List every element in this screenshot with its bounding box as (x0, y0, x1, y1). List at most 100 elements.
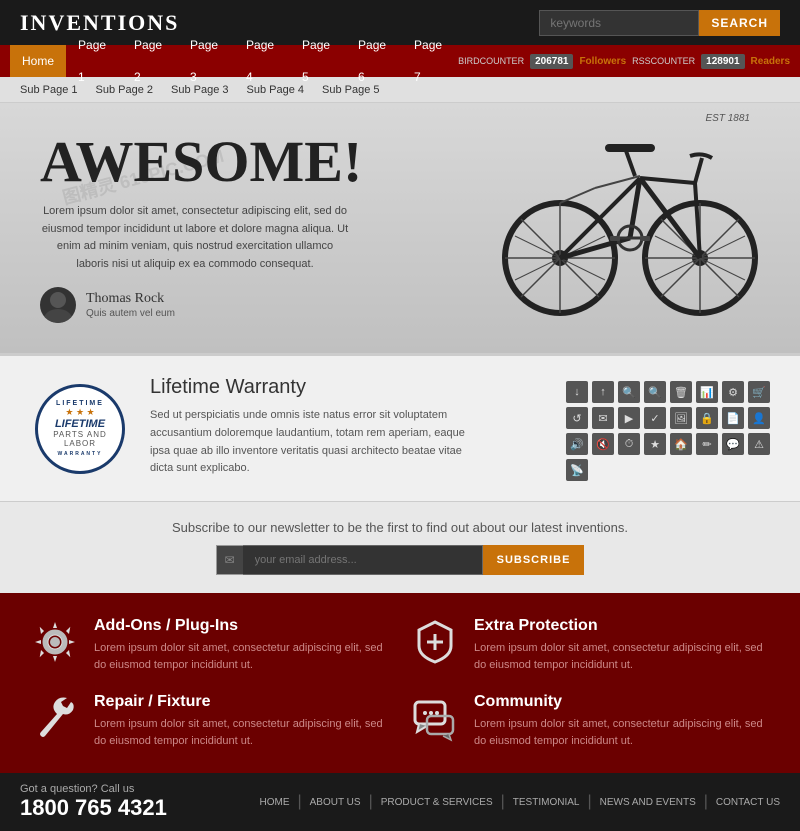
rsscounter-val: 128901 (701, 54, 744, 69)
feature-community: Community Lorem ipsum dolor sit amet, co… (410, 693, 770, 749)
gear-icon (30, 617, 80, 667)
community-body: Lorem ipsum dolor sit amet, consectetur … (474, 716, 770, 749)
icon-pencil: ✏ (696, 433, 718, 455)
footer-link-testimonial[interactable]: TESTIMONIAL (513, 797, 580, 808)
newsletter-text: Subscribe to our newsletter to be the fi… (20, 520, 780, 535)
icon-mail: ✉ (592, 407, 614, 429)
footer-link-contact[interactable]: CONTACT US (716, 797, 780, 808)
addons-body: Lorem ipsum dolor sit amet, consectetur … (94, 640, 390, 673)
rsscounter-label: RSSCOUNTER (632, 56, 695, 66)
icon-star: ★ (644, 433, 666, 455)
sub-nav-4[interactable]: Sub Page 4 (247, 84, 305, 96)
birdcounter-val: 206781 (530, 54, 573, 69)
sub-nav-3[interactable]: Sub Page 3 (171, 84, 229, 96)
main-nav: Home Page 1 Page 2 Page 3 Page 4 Page 5 … (0, 45, 800, 77)
avatar-icon (40, 287, 76, 323)
birdcounter-label: BIRDCOUNTER (458, 56, 524, 66)
sub-nav-5[interactable]: Sub Page 5 (322, 84, 380, 96)
community-content: Community Lorem ipsum dolor sit amet, co… (474, 693, 770, 749)
protection-content: Extra Protection Lorem ipsum dolor sit a… (474, 617, 770, 673)
sub-nav-2[interactable]: Sub Page 2 (96, 84, 154, 96)
warranty-top-text: LIFETIME (38, 400, 122, 407)
addons-content: Add-Ons / Plug-Ins Lorem ipsum dolor sit… (94, 617, 390, 673)
footer-divider: | (297, 793, 301, 811)
footer-link-products[interactable]: PRODUCT & SERVICES (381, 797, 493, 808)
warranty-circle: LIFETIME ★ ★ ★ LIFETIME PARTS AND LABOR … (35, 384, 125, 474)
email-icon: ✉ (216, 545, 243, 575)
footer-contact: Got a question? Call us 1800 765 4321 (20, 783, 167, 821)
warranty-main-text: LIFETIME (38, 418, 122, 430)
features-section: LIFETIME ★ ★ ★ LIFETIME PARTS AND LABOR … (0, 353, 800, 501)
warranty-bottom-text: WARRANTY (38, 451, 122, 457)
feature-addons: Add-Ons / Plug-Ins Lorem ipsum dolor sit… (30, 617, 390, 673)
features-text: Lifetime Warranty Sed ut perspiciatis un… (150, 376, 546, 481)
search-button[interactable]: SEARCH (699, 10, 780, 36)
nav-page7[interactable]: Page 7 (402, 29, 458, 93)
subscribe-button[interactable]: SUBSCRIBE (483, 545, 585, 575)
warranty-stars: ★ ★ ★ (38, 407, 122, 418)
search-input[interactable] (539, 10, 699, 36)
footer-divider: | (704, 793, 708, 811)
icon-time: ⏱ (618, 433, 640, 455)
feature-protection: Extra Protection Lorem ipsum dolor sit a… (410, 617, 770, 673)
warranty-inner: LIFETIME ★ ★ ★ LIFETIME PARTS AND LABOR … (38, 400, 122, 457)
phone-number: 1800 765 4321 (20, 795, 167, 821)
icon-lock: 🔒 (696, 407, 718, 429)
footer-link-news[interactable]: NEWS AND EVENTS (600, 797, 696, 808)
wrench-icon (30, 693, 80, 743)
icon-trash: 🗑 (670, 381, 692, 403)
repair-content: Repair / Fixture Lorem ipsum dolor sit a… (94, 693, 390, 749)
author-info: Thomas Rock Quis autem vel eum (86, 292, 175, 319)
icon-file: 📄 (722, 407, 744, 429)
repair-body: Lorem ipsum dolor sit amet, consectetur … (94, 716, 390, 749)
footer-divider: | (587, 793, 591, 811)
nav-home[interactable]: Home (10, 45, 66, 77)
search-form: SEARCH (539, 10, 780, 36)
footer-link-home[interactable]: HOME (259, 797, 289, 808)
newsletter-section: Subscribe to our newsletter to be the fi… (0, 501, 800, 593)
newsletter-form: ✉ SUBSCRIBE (20, 545, 780, 575)
warranty-badge: LIFETIME ★ ★ ★ LIFETIME PARTS AND LABOR … (30, 376, 130, 481)
icon-user: 👤 (748, 407, 770, 429)
sub-nav-1[interactable]: Sub Page 1 (20, 84, 78, 96)
followers-label: Followers (579, 56, 626, 67)
icon-check: ✓ (644, 407, 666, 429)
author-name: Thomas Rock (86, 292, 175, 306)
icon-volume: 🔊 (566, 433, 588, 455)
icon-refresh: ↺ (566, 407, 588, 429)
nav-counters: BIRDCOUNTER 206781 Followers RSSCOUNTER … (458, 54, 790, 69)
chat-icon (410, 693, 460, 743)
protection-body: Lorem ipsum dolor sit amet, consectetur … (474, 640, 770, 673)
icon-zoom-out: 🔍 (644, 381, 666, 403)
avatar (40, 287, 76, 323)
icon-play: ▶ (618, 407, 640, 429)
repair-title: Repair / Fixture (94, 693, 390, 711)
icon-chat: 💬 (722, 433, 744, 455)
icon-zoom-in: 🔍 (618, 381, 640, 403)
icon-home: 🏠 (670, 433, 692, 455)
icon-cart: 🛒 (748, 381, 770, 403)
icons-grid: ↓ ↑ 🔍 🔍 🗑 📊 ⚙ 🛒 ↺ ✉ ▶ ✓ 🖼 🔒 📄 👤 🔊 🔇 ⏱ ★ … (566, 376, 770, 481)
icon-mute: 🔇 (592, 433, 614, 455)
shield-icon (410, 617, 460, 667)
author-subtitle: Quis autem vel eum (86, 308, 175, 319)
hero-author: Thomas Rock Quis autem vel eum (40, 287, 760, 323)
footer-features: Add-Ons / Plug-Ins Lorem ipsum dolor sit… (0, 593, 800, 773)
hero-text: AWESOME! Lorem ipsum dolor sit amet, con… (40, 133, 760, 323)
icon-rss: 📡 (566, 459, 588, 481)
footer-divider: | (369, 793, 373, 811)
hero-body: Lorem ipsum dolor sit amet, consectetur … (40, 203, 350, 273)
hero-section: AWESOME! Lorem ipsum dolor sit amet, con… (0, 103, 800, 353)
icon-upload: ↑ (592, 381, 614, 403)
icon-image: 🖼 (670, 407, 692, 429)
community-title: Community (474, 693, 770, 711)
feature-repair: Repair / Fixture Lorem ipsum dolor sit a… (30, 693, 390, 749)
hero-headline: AWESOME! (40, 133, 760, 191)
features-title: Lifetime Warranty (150, 376, 546, 399)
footer-link-about[interactable]: ABOUT US (310, 797, 361, 808)
icon-download: ↓ (566, 381, 588, 403)
newsletter-email-input[interactable] (243, 545, 483, 575)
readers-label: Readers (751, 56, 790, 67)
icon-alert: ⚠ (748, 433, 770, 455)
footer-divider: | (501, 793, 505, 811)
